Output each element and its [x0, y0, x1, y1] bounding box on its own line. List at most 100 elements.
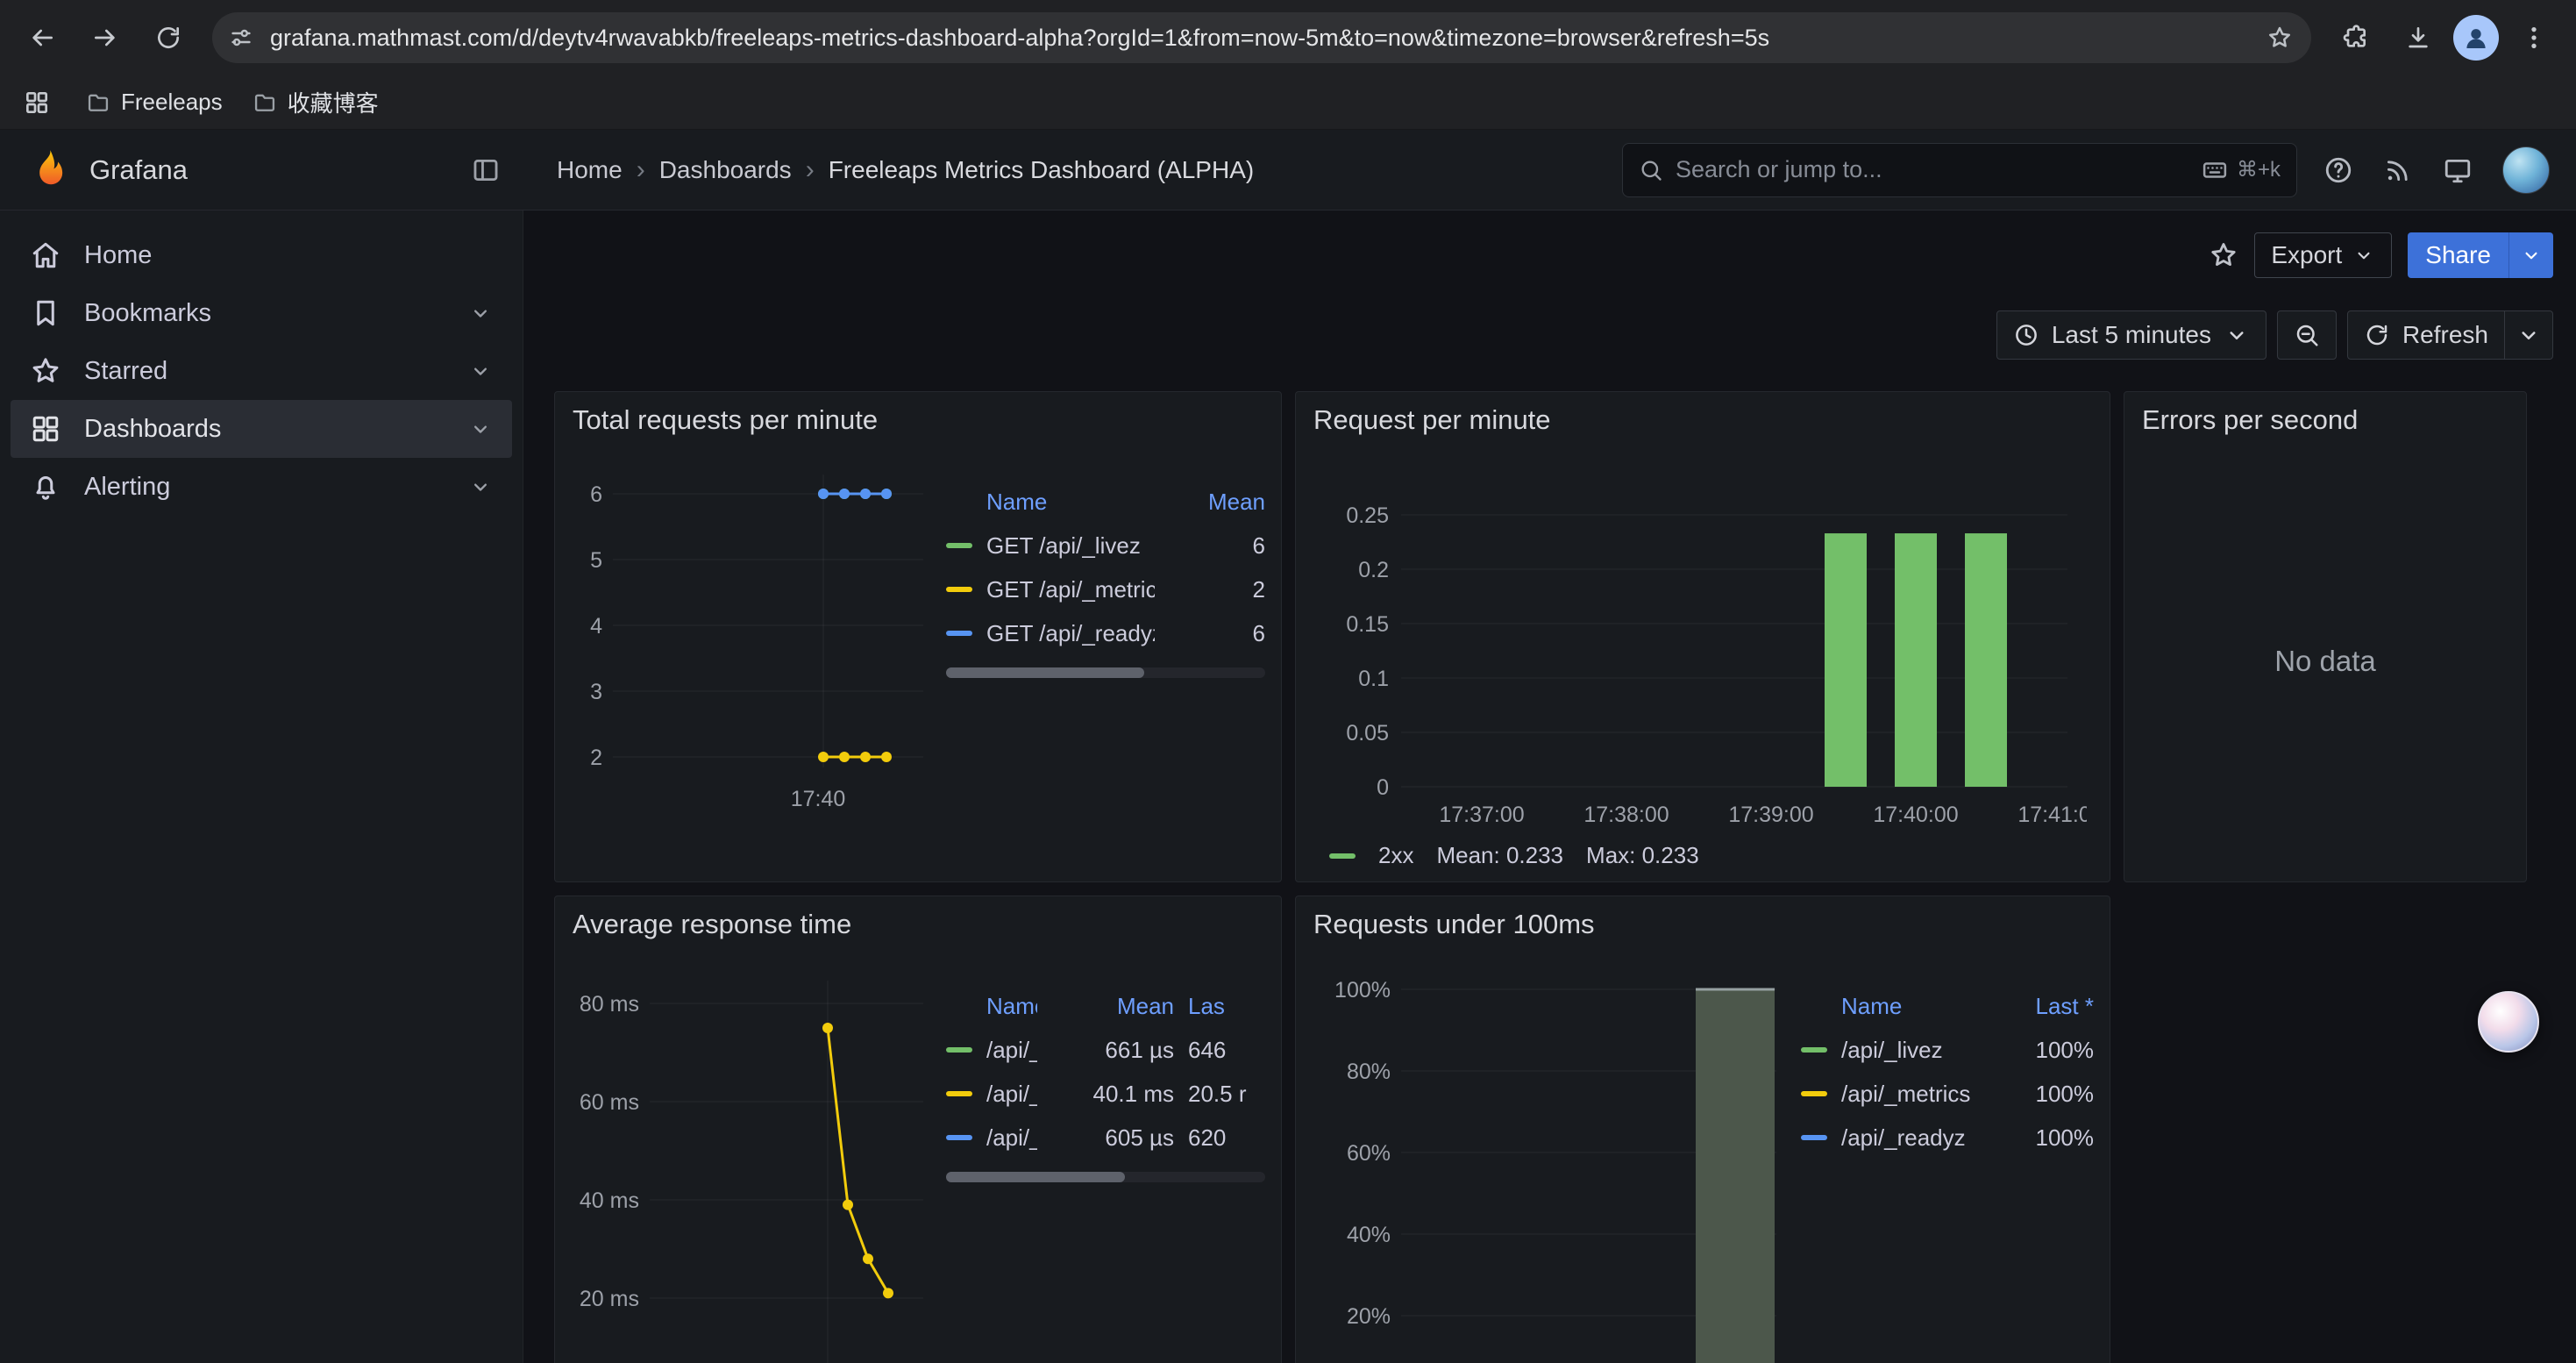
bookmark-folder-label: 收藏博客 [288, 86, 379, 118]
url-text[interactable]: grafana.mathmast.com/d/deytv4rwavabkb/fr… [270, 25, 2241, 52]
legend-series-name[interactable]: GET /api/_metrics [986, 576, 1155, 603]
svg-text:40%: 40% [1347, 1223, 1391, 1247]
apps-icon [30, 413, 61, 445]
help-icon[interactable] [2323, 155, 2353, 185]
export-button[interactable]: Export [2254, 232, 2392, 278]
bookmark-folder-freeleaps[interactable]: Freeleaps [86, 89, 223, 116]
legend-column-header[interactable]: Last * [1989, 993, 2094, 1020]
panel-title[interactable]: Requests under 100ms [1296, 896, 2110, 946]
sidebar-item-home[interactable]: Home [11, 226, 512, 284]
chevron-down-icon[interactable] [468, 359, 493, 383]
rss-icon[interactable] [2383, 155, 2413, 185]
legend-column-header[interactable]: Las [1188, 993, 1265, 1020]
legend-series-name[interactable]: /api/_metrics [1841, 1081, 1975, 1108]
search-input[interactable] [1676, 156, 2189, 183]
breadcrumb: Home › Dashboards › Freeleaps Metrics Da… [557, 155, 1254, 185]
keyboard-icon [2202, 157, 2228, 183]
legend-series-name[interactable]: GET /api/_livez [986, 532, 1155, 560]
assistant-floating-avatar[interactable] [2478, 991, 2539, 1053]
share-button[interactable]: Share [2408, 232, 2553, 278]
legend-series-name[interactable]: GET /api/_readyz [986, 620, 1155, 647]
legend-series-name[interactable]: /api/_livez [986, 1037, 1037, 1064]
legend-series-name[interactable]: /api/_livez [1841, 1037, 1975, 1064]
download-icon[interactable] [2390, 10, 2446, 66]
extensions-icon[interactable] [2327, 10, 2383, 66]
legend-series-name[interactable]: /api/_readyz [1841, 1124, 1975, 1152]
legend-column-header[interactable]: Name [1841, 993, 1975, 1020]
legend-column-header[interactable]: Name [986, 489, 1155, 516]
svg-text:2: 2 [590, 746, 602, 770]
legend-series-name[interactable]: /api/_metrics [986, 1081, 1037, 1108]
brand-area: Grafana [0, 130, 523, 210]
refresh-button-main[interactable]: Refresh [2348, 311, 2504, 359]
reload-icon[interactable] [140, 10, 196, 66]
sidebar-item-bookmarks[interactable]: Bookmarks [11, 284, 512, 342]
panel-title[interactable]: Request per minute [1296, 392, 2110, 441]
search-shortcut: ⌘+k [2202, 157, 2281, 183]
chevron-down-icon[interactable] [468, 301, 493, 325]
legend-column-header[interactable]: Name [986, 993, 1037, 1020]
display-icon[interactable] [2443, 155, 2473, 185]
dashboard-actions: Export Share [523, 211, 2576, 291]
svg-text:0.25: 0.25 [1346, 503, 1389, 528]
series-color-swatch [946, 543, 972, 548]
legend-value: 100% [1989, 1124, 2094, 1152]
nav-icons [2323, 146, 2550, 194]
browser-menu-icon[interactable] [2506, 10, 2562, 66]
user-avatar[interactable] [2502, 146, 2550, 194]
chevron-down-icon[interactable] [468, 417, 493, 441]
legend-value: 620 [1188, 1124, 1265, 1152]
forward-icon[interactable] [77, 10, 133, 66]
search-box[interactable]: ⌘+k [1622, 143, 2297, 197]
url-bar[interactable]: grafana.mathmast.com/d/deytv4rwavabkb/fr… [212, 12, 2311, 63]
bookmark-folder-blogs[interactable]: 收藏博客 [253, 86, 379, 118]
legend-value: 6 [1169, 532, 1265, 560]
legend-column-header[interactable]: Mean [1169, 489, 1265, 516]
grafana-brand-label: Grafana [89, 154, 188, 186]
breadcrumb-separator: › [637, 155, 645, 185]
breadcrumb-home[interactable]: Home [557, 156, 623, 184]
breadcrumb-dashboards[interactable]: Dashboards [659, 156, 792, 184]
zoom-out-button[interactable] [2277, 310, 2337, 360]
series-color-swatch [946, 1047, 972, 1053]
series-color-swatch [1801, 1091, 1827, 1096]
sidebar-item-starred[interactable]: Starred [11, 342, 512, 400]
back-icon[interactable] [14, 10, 70, 66]
sidebar-item-dashboards[interactable]: Dashboards [11, 400, 512, 458]
legend-column-header[interactable]: Mean [1051, 993, 1174, 1020]
share-menu-caret[interactable] [2508, 232, 2553, 278]
browser-window: grafana.mathmast.com/d/deytv4rwavabkb/fr… [0, 0, 2576, 1363]
legend-row: /api/_livez661 µs646 [946, 1028, 1265, 1072]
legend-series-name[interactable]: 2xx [1378, 842, 1413, 869]
legend-series-name[interactable]: /api/_readyz [986, 1124, 1037, 1152]
star-icon [30, 355, 61, 387]
legend-scrollbar[interactable] [946, 1172, 1265, 1182]
panel-title[interactable]: Errors per second [2124, 392, 2526, 441]
browser-profile-avatar[interactable] [2453, 15, 2499, 61]
svg-text:80%: 80% [1347, 1060, 1391, 1084]
breadcrumb-current: Freeleaps Metrics Dashboard (ALPHA) [829, 156, 1255, 184]
refresh-button[interactable]: Refresh [2347, 310, 2553, 360]
time-range-picker[interactable]: Last 5 minutes [1996, 310, 2266, 360]
legend-table: NameLast */api/_livez100%/api/_metrics10… [1794, 946, 2110, 1363]
collapse-menu-icon[interactable] [471, 155, 501, 185]
grafana-logo[interactable] [26, 147, 72, 193]
chevron-down-icon[interactable] [468, 475, 493, 499]
refresh-interval-caret[interactable] [2504, 311, 2552, 359]
svg-text:17:37:00: 17:37:00 [1439, 803, 1524, 827]
sidebar-item-alerting[interactable]: Alerting [11, 458, 512, 516]
bookmark-star-icon[interactable] [2257, 15, 2302, 61]
panel-title[interactable]: Total requests per minute [555, 392, 1281, 441]
site-settings-icon[interactable] [228, 25, 254, 51]
legend-row: /api/_metrics40.1 ms20.5 r [946, 1072, 1265, 1116]
sidebar-item-label: Bookmarks [84, 299, 445, 328]
panel-title[interactable]: Average response time [555, 896, 1281, 946]
legend-table: Name Mean Las/api/_livez661 µs646/api/_met… [939, 946, 1281, 1363]
apps-grid-icon[interactable] [18, 83, 56, 122]
no-data-label: No data [2274, 645, 2376, 678]
favorite-star-icon[interactable] [2209, 240, 2238, 270]
legend-scrollbar[interactable] [946, 667, 1265, 678]
share-button-label[interactable]: Share [2408, 232, 2508, 278]
browser-toolbar: grafana.mathmast.com/d/deytv4rwavabkb/fr… [0, 0, 2576, 75]
folder-icon [86, 90, 110, 115]
